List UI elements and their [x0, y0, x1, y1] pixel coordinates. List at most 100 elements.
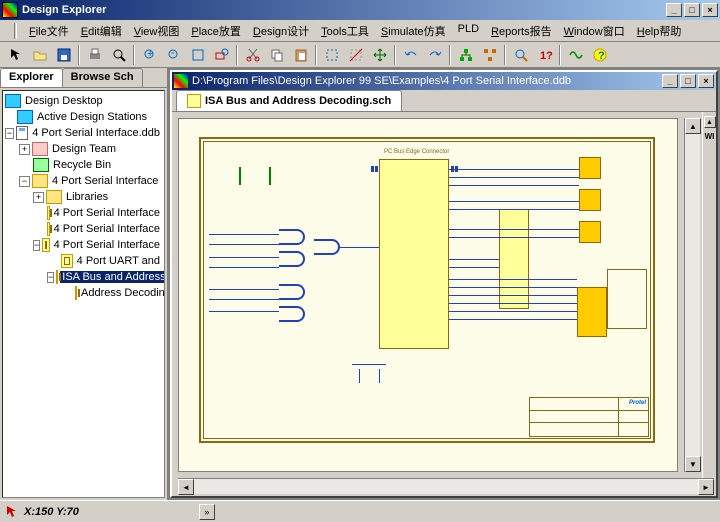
schematic-icon	[42, 238, 49, 252]
help-icon[interactable]: ?	[588, 44, 611, 66]
hierarchy-up-icon[interactable]	[454, 44, 477, 66]
simulate-icon[interactable]	[564, 44, 587, 66]
collapse-toggle[interactable]: −	[33, 240, 40, 251]
menu-r[interactable]: Reports报告	[485, 21, 558, 41]
tree-active-stations[interactable]: Active Design Stations	[35, 111, 149, 123]
hierarchy-down-icon[interactable]	[478, 44, 501, 66]
gate-component[interactable]	[314, 239, 340, 255]
tree-view[interactable]: Design Desktop Active Design Stations − 4…	[2, 90, 165, 498]
gate-component[interactable]	[279, 229, 305, 245]
schematic-icon	[61, 254, 73, 268]
move-icon[interactable]	[368, 44, 391, 66]
menu-p[interactable]: Place放置	[185, 21, 247, 41]
ic-component[interactable]	[499, 209, 529, 309]
tree-isa[interactable]: ISA Bus and Address	[60, 271, 165, 283]
tree-sch3[interactable]: 4 Port Serial Interface	[52, 239, 162, 251]
tab-explorer[interactable]: Explorer	[0, 68, 63, 87]
schematic-icon	[47, 222, 50, 236]
cut-icon[interactable]	[241, 44, 264, 66]
scroll-up-button[interactable]: ▲	[685, 118, 701, 134]
tree-recycle[interactable]: Recycle Bin	[51, 159, 113, 171]
undo-icon[interactable]	[399, 44, 422, 66]
scroll-right-button[interactable]: ►	[698, 479, 714, 495]
tree-database[interactable]: 4 Port Serial Interface.ddb	[30, 127, 162, 139]
desktop-icon	[5, 94, 21, 108]
menu-pld[interactable]: PLD	[452, 21, 485, 41]
team-icon	[32, 142, 48, 156]
menu-d[interactable]: Design设计	[247, 21, 315, 41]
expand-toggle[interactable]: +	[33, 192, 44, 203]
save-icon[interactable]	[52, 44, 75, 66]
gate-component[interactable]	[279, 251, 305, 267]
menu-h[interactable]: Help帮助	[631, 21, 688, 41]
zoom-out-icon[interactable]: -	[162, 44, 185, 66]
tree-libraries[interactable]: Libraries	[64, 191, 110, 203]
menu-v[interactable]: View视图	[128, 21, 186, 41]
expand-toggle[interactable]: +	[19, 144, 30, 155]
connector[interactable]	[579, 189, 601, 211]
deselect-icon[interactable]	[344, 44, 367, 66]
tree-sch2[interactable]: 4 Port Serial Interface	[52, 223, 162, 235]
tree-sch1[interactable]: 4 Port Serial Interface	[52, 207, 162, 219]
side-button[interactable]: ▲	[704, 116, 716, 128]
schematic-canvas[interactable]: PC Bus Edge Connector	[178, 118, 678, 472]
sheet-title: PC Bus Edge Connector	[384, 149, 449, 155]
document-tab[interactable]: ISA Bus and Address Decoding.sch	[176, 90, 402, 111]
paste-icon[interactable]	[289, 44, 312, 66]
open-icon[interactable]	[28, 44, 51, 66]
doc-minimize-button[interactable]: _	[662, 74, 678, 88]
annotate-icon[interactable]: 1?	[533, 44, 556, 66]
document-path: D:\Program Files\Design Explorer 99 SE\E…	[192, 75, 662, 87]
vertical-scrollbar[interactable]: ▲ ▼	[684, 118, 700, 472]
zoom-area-icon[interactable]	[210, 44, 233, 66]
scroll-down-button[interactable]: ▼	[685, 456, 701, 472]
cursor-icon	[4, 504, 20, 520]
status-bar: X:150 Y:70 »	[0, 500, 720, 522]
recycle-icon	[33, 158, 49, 172]
collapse-toggle[interactable]: −	[19, 176, 30, 187]
tree-uart[interactable]: 4 Port UART and	[75, 255, 162, 267]
scroll-left-button[interactable]: ◄	[178, 479, 194, 495]
database-icon	[16, 126, 28, 140]
tree-address[interactable]: Address Decoding	[79, 287, 165, 299]
collapse-toggle[interactable]: −	[5, 128, 14, 139]
maximize-button[interactable]: □	[684, 3, 700, 17]
menu-e[interactable]: Edit编辑	[75, 21, 128, 41]
preview-icon[interactable]	[107, 44, 130, 66]
protel-logo: Protel	[629, 400, 646, 406]
close-button[interactable]: ×	[702, 3, 718, 17]
gate-component[interactable]	[279, 306, 305, 322]
browse-icon[interactable]	[509, 44, 532, 66]
tree-root[interactable]: Design Desktop	[23, 95, 105, 107]
explorer-panel: Explorer Browse Sch Design Desktop Activ…	[0, 68, 168, 500]
connector[interactable]	[579, 157, 601, 179]
copy-icon[interactable]	[265, 44, 288, 66]
menu-w[interactable]: Window窗口	[558, 21, 631, 41]
menu-grip[interactable]	[14, 23, 17, 39]
tree-project[interactable]: 4 Port Serial Interface	[50, 175, 160, 187]
horizontal-scrollbar[interactable]: ◄ ►	[178, 478, 714, 494]
menu-f[interactable]: File文件	[23, 21, 75, 41]
zoom-fit-icon[interactable]	[186, 44, 209, 66]
status-arrow-button[interactable]: »	[199, 504, 215, 520]
connector[interactable]	[579, 221, 601, 243]
tab-browse-sch[interactable]: Browse Sch	[62, 68, 143, 87]
select-icon[interactable]	[320, 44, 343, 66]
schematic-icon	[56, 270, 58, 284]
print-icon[interactable]	[83, 44, 106, 66]
gate-component[interactable]	[279, 284, 305, 300]
doc-maximize-button[interactable]: □	[680, 74, 696, 88]
connector[interactable]	[577, 287, 607, 337]
svg-text:1?: 1?	[540, 50, 553, 62]
folder-icon	[32, 174, 48, 188]
doc-close-button[interactable]: ×	[698, 74, 714, 88]
tree-team[interactable]: Design Team	[50, 143, 118, 155]
arrow-icon[interactable]	[4, 44, 27, 66]
ic-component[interactable]	[379, 159, 449, 349]
minimize-button[interactable]: _	[666, 3, 682, 17]
menu-t[interactable]: Tools工具	[315, 21, 375, 41]
menu-s[interactable]: Simulate仿真	[375, 21, 452, 41]
zoom-in-icon[interactable]: +	[138, 44, 161, 66]
redo-icon[interactable]	[423, 44, 446, 66]
collapse-toggle[interactable]: −	[47, 272, 54, 283]
